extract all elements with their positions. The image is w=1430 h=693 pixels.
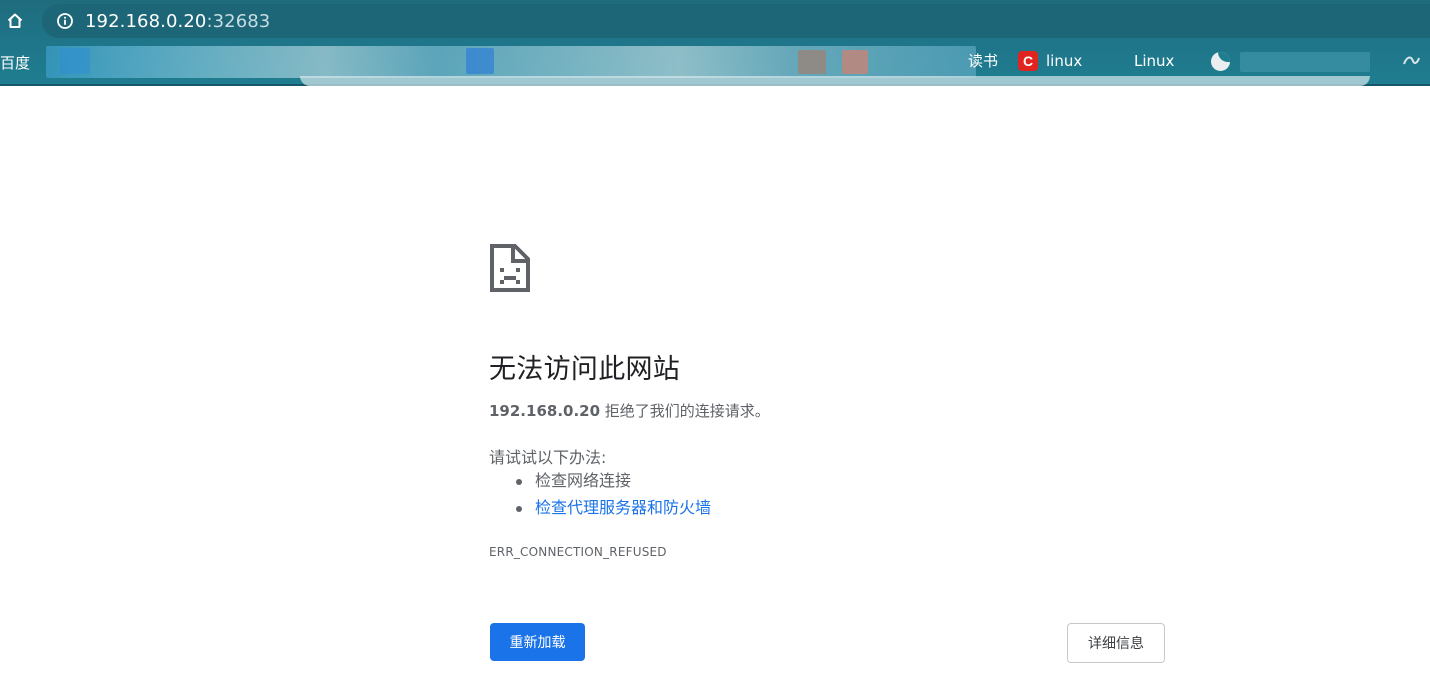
address-bar[interactable]: 192.168.0.20:32683 [42, 4, 1430, 38]
sad-document-icon [490, 244, 530, 292]
blurred-bookmarks [46, 46, 976, 78]
bookmark-partial[interactable]: 读书 [968, 50, 998, 71]
csdn-icon: C [1018, 51, 1038, 71]
blur-smear [300, 76, 1370, 86]
info-icon[interactable] [56, 12, 74, 30]
error-summary-text: 拒绝了我们的连接请求。 [600, 402, 770, 420]
home-icon [7, 13, 23, 28]
error-host: 192.168.0.20 [489, 402, 601, 420]
bookmark-overflow-icon[interactable] [1401, 52, 1421, 74]
blurred-favicon [466, 48, 494, 74]
blurred-favicon [798, 50, 826, 74]
error-summary: 192.168.0.20 拒绝了我们的连接请求。 [489, 400, 770, 421]
suggestion-check-proxy-link[interactable]: 检查代理服务器和防火墙 [513, 497, 711, 524]
bookmark-baidu[interactable]: 百度 [0, 52, 30, 73]
suggestions-list: 检查网络连接 检查代理服务器和防火墙 [513, 470, 711, 524]
url-text[interactable]: 192.168.0.20:32683 [85, 11, 270, 32]
details-button[interactable]: 详细信息 [1067, 623, 1165, 663]
suggestion-check-network: 检查网络连接 [513, 470, 711, 497]
reload-button[interactable]: 重新加载 [490, 623, 585, 661]
bookmark-linux[interactable]: linux [1046, 52, 1082, 70]
error-code: ERR_CONNECTION_REFUSED [489, 545, 667, 559]
blurred-favicon [842, 50, 868, 74]
suggestions-heading: 请试试以下办法: [489, 448, 607, 467]
home-button[interactable] [2, 8, 28, 34]
url-host: 192.168.0.20 [85, 10, 207, 32]
browser-chrome: 192.168.0.20:32683 百度 读书 C linux Linux [0, 0, 1430, 86]
bookmarks-bar: 百度 读书 C linux Linux [0, 42, 1430, 86]
globe-icon[interactable] [1211, 52, 1230, 71]
blurred-bookmark [1240, 52, 1370, 72]
bookmark-linux-site[interactable]: Linux [1134, 52, 1174, 70]
error-title: 无法访问此网站 [489, 354, 681, 385]
url-port: :32683 [206, 10, 271, 32]
blurred-favicon [60, 48, 90, 74]
